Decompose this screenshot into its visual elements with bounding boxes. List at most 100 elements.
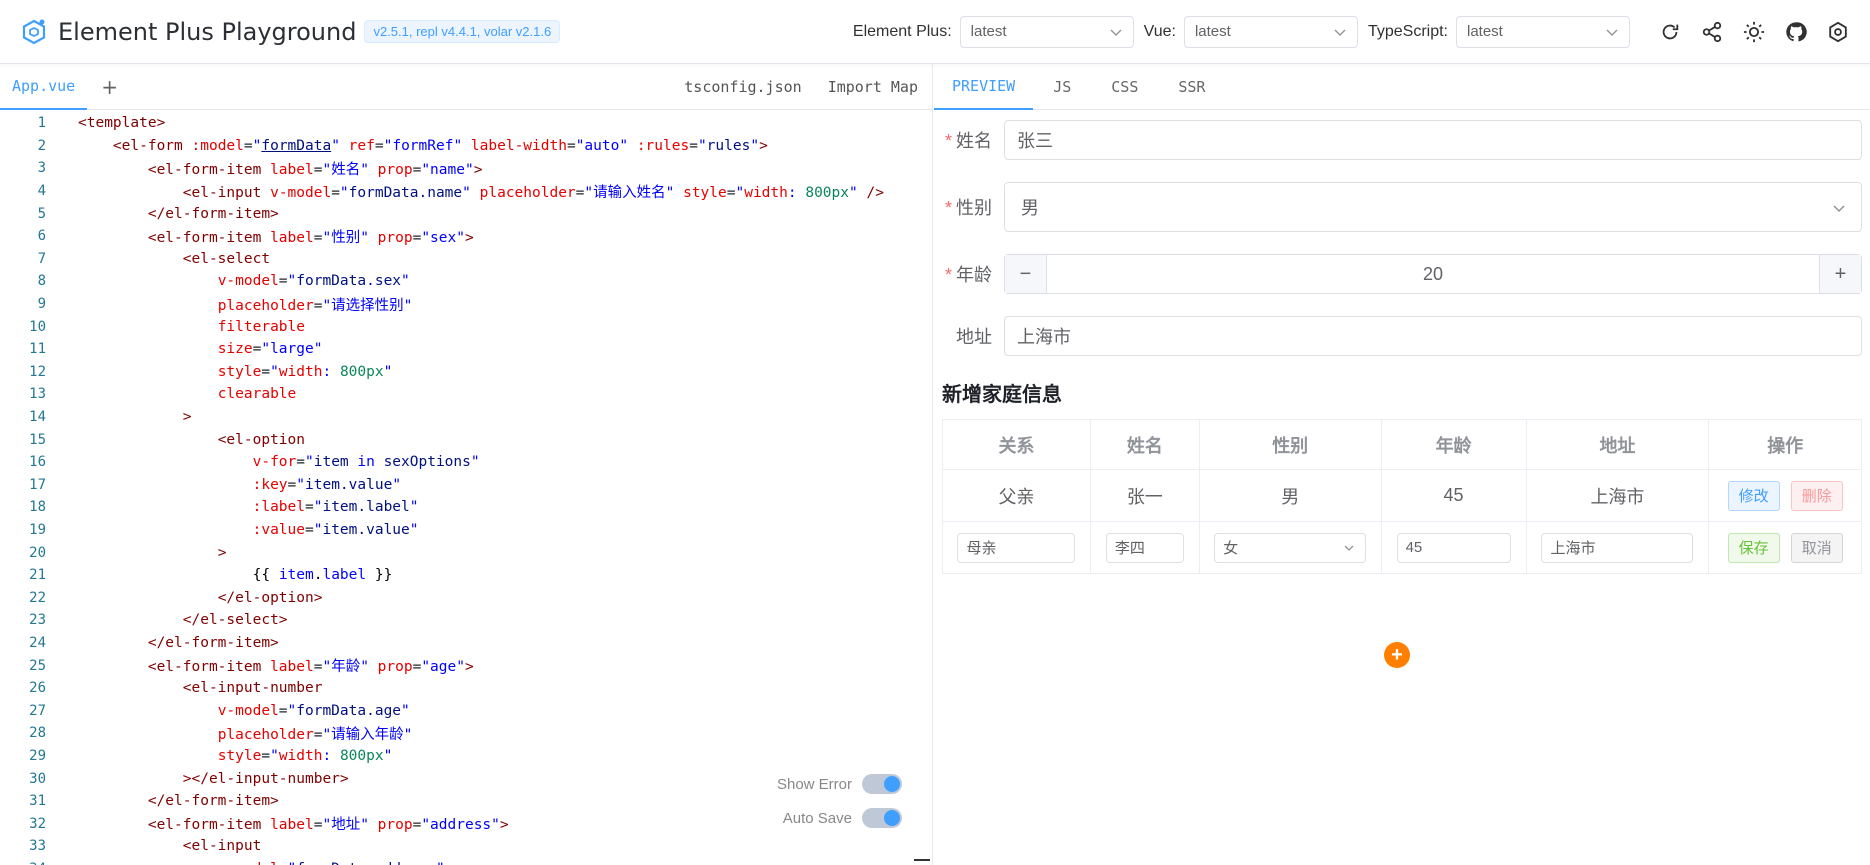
name-label: * 姓名 <box>944 131 992 151</box>
column-header: 姓名 <box>1089 419 1200 470</box>
editor-toggles: Show Error Auto Save <box>777 767 902 835</box>
age-value[interactable]: 20 <box>1047 255 1819 293</box>
sex-select[interactable]: 女 <box>1214 532 1367 563</box>
sex-cell: 男 <box>1198 469 1382 522</box>
element-plus-logo-icon <box>22 19 46 44</box>
address-input[interactable]: 上海市 <box>1004 316 1862 356</box>
typescript-version-select[interactable]: latest <box>1456 15 1630 48</box>
column-header: 关系 <box>942 419 1091 470</box>
file-tabs: App.vue + tsconfig.json Import Map <box>0 64 932 110</box>
code-line: 19 :value="item.value" <box>29 521 419 538</box>
table-row: 母亲 李四 女 45 上海市 保存 取消 <box>942 521 1862 574</box>
top-header: Element Plus Playground v2.5.1, repl v4.… <box>0 0 1870 64</box>
tab-ssr[interactable]: SSR <box>1158 64 1225 110</box>
code-line: 10 filterable <box>29 318 305 335</box>
tsconfig-link[interactable]: tsconfig.json <box>684 78 801 96</box>
cancel-button[interactable]: 取消 <box>1790 532 1843 563</box>
chevron-down-icon <box>1110 29 1122 36</box>
code-line: 15 <el-option <box>29 431 305 448</box>
github-icon[interactable] <box>1784 20 1808 44</box>
age-cell: 45 <box>1380 521 1527 574</box>
relation-cell: 母亲 <box>942 521 1091 574</box>
add-file-button[interactable]: + <box>101 75 118 99</box>
code-line: 18 :label="item.label" <box>29 499 419 516</box>
relation-input[interactable]: 母亲 <box>957 532 1076 563</box>
column-header: 操作 <box>1708 419 1862 470</box>
vue-version-select[interactable]: latest <box>1183 15 1358 48</box>
code-line: 23 </el-select> <box>29 612 288 629</box>
table-row: 父亲 张一 男 45 上海市 修改 删除 <box>942 469 1862 522</box>
name-cell: 张一 <box>1089 469 1200 522</box>
code-line: 6 <el-form-item label="性别" prop="sex"> <box>37 228 474 246</box>
preview-form: *姓名 张三 *性别 男 *年龄 − 20 + 地址 上海市 新增家庭信息 <box>942 120 1862 668</box>
code-line: 5 </el-form-item> <box>37 205 279 222</box>
typescript-version-value: latest <box>1467 23 1503 40</box>
switch-knob <box>884 810 900 826</box>
refresh-icon[interactable] <box>1658 20 1682 44</box>
element-plus-version-value: latest <box>970 23 1007 40</box>
tab-css[interactable]: CSS <box>1091 64 1158 110</box>
import-map-link[interactable]: Import Map <box>828 78 918 96</box>
add-family-row-button[interactable]: + <box>1384 642 1410 668</box>
sex-select-value: 女 <box>1223 540 1239 557</box>
code-line: 14 > <box>29 409 192 426</box>
code-line: 13 clearable <box>29 386 297 403</box>
name-cell: 李四 <box>1089 521 1200 574</box>
file-tab-app-vue[interactable]: App.vue <box>0 64 88 110</box>
code-line: 2 <el-form :model="formData" ref="formRe… <box>37 137 768 154</box>
save-button[interactable]: 保存 <box>1727 532 1780 563</box>
edit-button[interactable]: 修改 <box>1727 480 1780 511</box>
switch-knob <box>884 776 900 792</box>
code-line: 9 placeholder="请选择性别" <box>37 296 413 314</box>
auto-save-toggle-row: Auto Save <box>777 801 902 835</box>
code-line: 34 v-model="formData.address" <box>0 858 933 865</box>
show-error-toggle-row: Show Error <box>777 767 902 801</box>
code-line: 29 style="width: 800px" <box>29 747 393 764</box>
sun-icon[interactable] <box>1742 20 1766 44</box>
relation-cell: 父亲 <box>942 469 1091 522</box>
age-input-number: − 20 + <box>1004 254 1862 294</box>
name-input[interactable]: 李四 <box>1105 532 1184 563</box>
auto-save-switch[interactable] <box>862 808 902 828</box>
delete-button[interactable]: 删除 <box>1790 480 1843 511</box>
age-label: * 年龄 <box>944 265 992 285</box>
sex-cell: 女 <box>1198 521 1382 574</box>
column-header: 地址 <box>1525 419 1710 470</box>
settings-icon[interactable] <box>1826 20 1850 44</box>
code-line: 22 </el-option> <box>29 589 323 606</box>
age-increase-button[interactable]: + <box>1819 255 1861 293</box>
chevron-down-icon <box>1334 29 1346 36</box>
column-header: 性别 <box>1198 419 1382 470</box>
actions-cell: 修改 删除 <box>1708 469 1862 522</box>
editor-scrollbar[interactable] <box>914 859 930 861</box>
file-links: tsconfig.json Import Map <box>672 78 932 96</box>
share-icon[interactable] <box>1700 20 1724 44</box>
address-input[interactable]: 上海市 <box>1541 532 1694 563</box>
family-table: 关系 姓名 性别 年龄 地址 操作 父亲 张一 男 45 上海市 修改 删除 母… <box>942 419 1862 574</box>
element-plus-label: Element Plus: <box>852 22 952 40</box>
code-line: 33 <el-input <box>29 838 262 855</box>
code-line: 27 v-model="formData.age" <box>29 702 410 719</box>
code-line: 11 size="large" <box>29 341 323 358</box>
code-editor[interactable]: 1 <template> 2 <el-form :model="formData"… <box>0 112 933 865</box>
code-line: 20 > <box>29 544 227 561</box>
code-line: 17 :key="item.value" <box>29 476 402 493</box>
vue-version-value: latest <box>1194 23 1231 40</box>
name-input[interactable]: 张三 <box>1004 120 1862 160</box>
required-mark: * <box>944 131 952 151</box>
tab-js[interactable]: JS <box>1033 64 1091 110</box>
element-plus-version-select[interactable]: latest <box>959 15 1134 48</box>
address-cell: 上海市 <box>1525 469 1710 522</box>
required-mark: * <box>944 198 952 218</box>
sex-select[interactable]: 男 <box>1004 182 1862 232</box>
code-line: 24 </el-form-item> <box>29 634 279 651</box>
sex-select-value: 男 <box>1021 198 1039 218</box>
show-error-switch[interactable] <box>862 774 902 794</box>
age-input[interactable]: 45 <box>1396 532 1511 563</box>
address-cell: 上海市 <box>1525 521 1710 574</box>
tab-preview[interactable]: PREVIEW <box>934 64 1034 110</box>
preview-pane: PREVIEW JS CSS SSR * 姓名 张三 * 性别 男 * 年龄 − 20… <box>934 64 1870 865</box>
code-line: 21 {{ item.label }} <box>29 567 393 584</box>
age-decrease-button[interactable]: − <box>1005 255 1047 293</box>
sex-label: * 性别 <box>944 198 992 218</box>
